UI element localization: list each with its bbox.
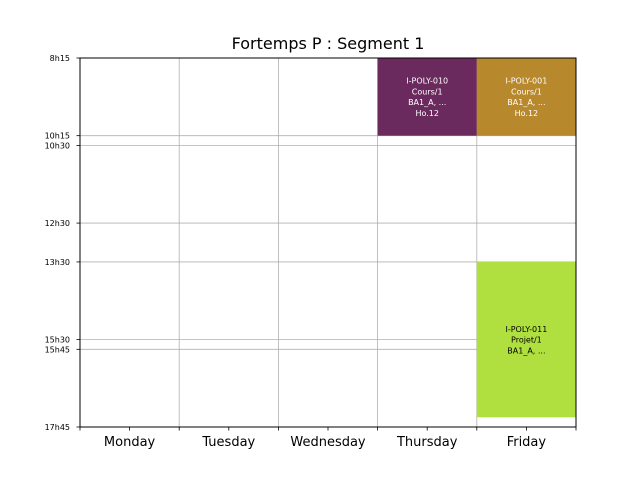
event-block-1 xyxy=(377,58,477,136)
y-tick-label: 17h45 xyxy=(45,423,70,432)
event-label: BA1_A, ... xyxy=(507,346,545,355)
timetable-chart: Fortemps P : Segment 1 I-POLY-010Cours/1… xyxy=(45,34,577,450)
event-label: Ho.12 xyxy=(515,109,539,118)
x-tick-label-friday: Friday xyxy=(507,435,547,450)
event-block-2 xyxy=(476,58,576,136)
event-label: I-POLY-001 xyxy=(505,77,547,86)
event-label: I-POLY-010 xyxy=(406,77,448,86)
y-tick-label: 15h45 xyxy=(45,345,70,354)
event-label: Cours/1 xyxy=(412,87,443,96)
y-tick-label: 13h30 xyxy=(45,258,70,267)
x-tick-label-thursday: Thursday xyxy=(396,435,458,450)
event-label: I-POLY-011 xyxy=(505,325,547,334)
event-label: Ho.12 xyxy=(415,109,439,118)
y-tick-label: 8h15 xyxy=(50,54,70,63)
chart-title: Fortemps P : Segment 1 xyxy=(232,34,425,53)
y-tick-label: 10h30 xyxy=(45,141,70,150)
y-tick-label: 12h30 xyxy=(45,219,70,228)
event-label: Cours/1 xyxy=(511,87,542,96)
event-label: BA1_A, ... xyxy=(507,98,545,107)
x-tick-label-monday: Monday xyxy=(104,435,156,450)
x-tick-label-tuesday: Tuesday xyxy=(201,435,255,450)
x-tick-label-wednesday: Wednesday xyxy=(290,435,366,450)
event-label: Projet/1 xyxy=(511,336,542,345)
event-label: BA1_A, ... xyxy=(408,98,446,107)
y-tick-label: 15h30 xyxy=(45,336,70,345)
y-tick-label: 10h15 xyxy=(45,132,70,141)
